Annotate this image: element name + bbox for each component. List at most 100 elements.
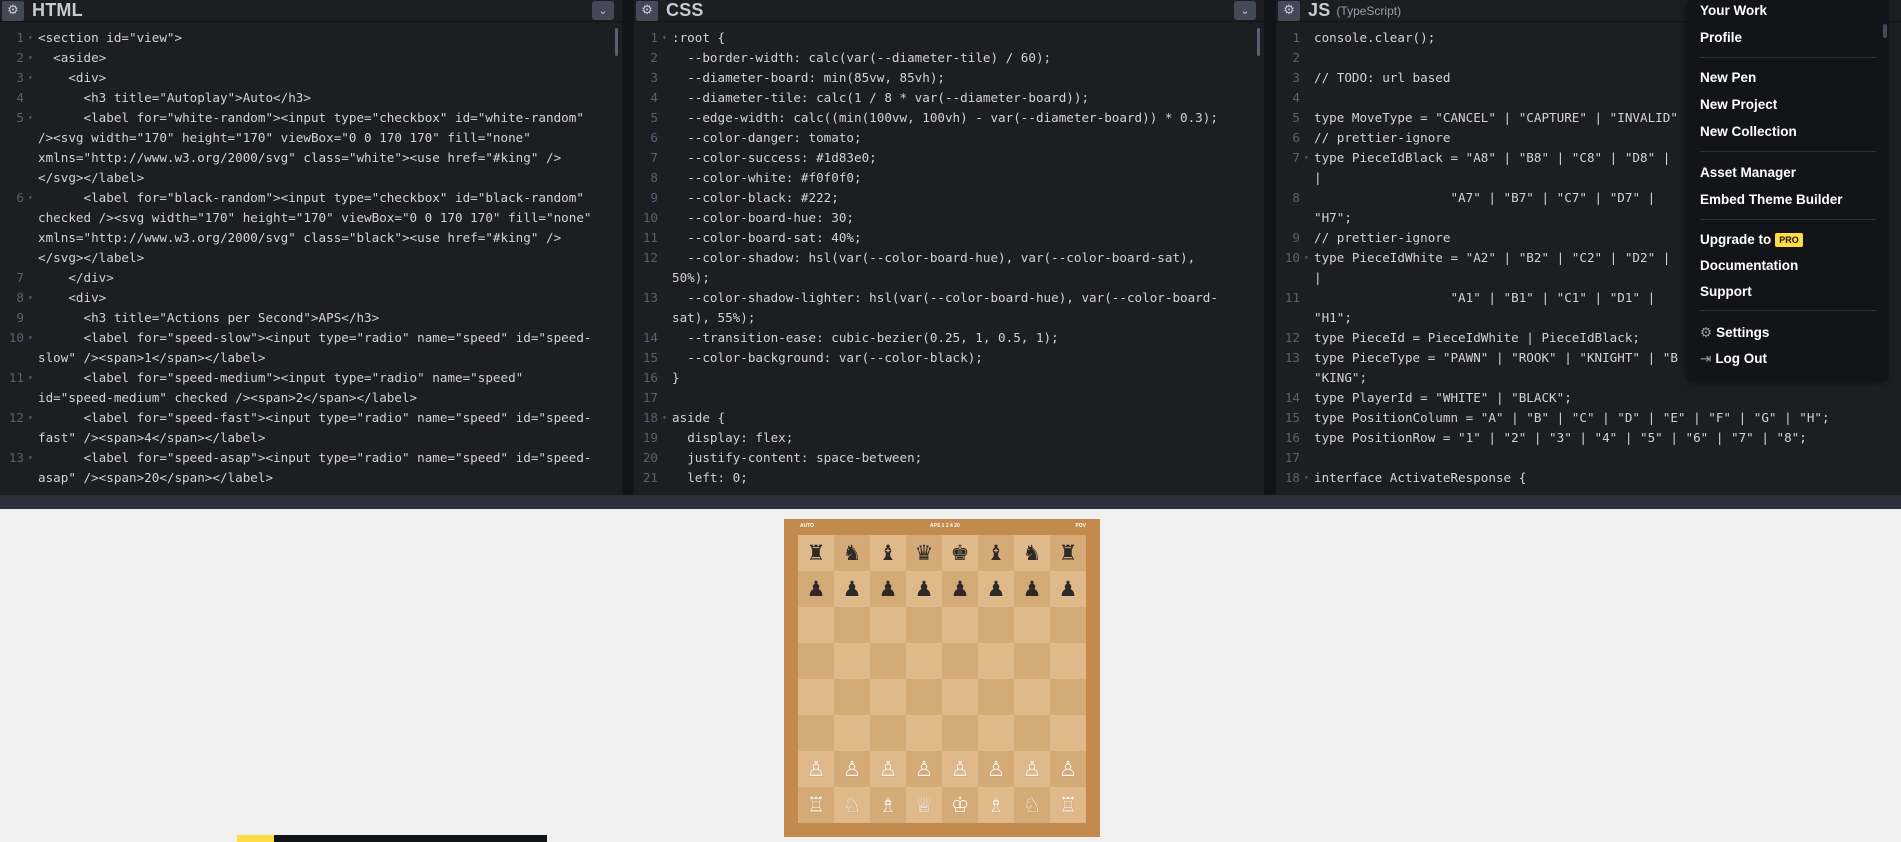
fold-arrow-icon[interactable] — [662, 48, 672, 68]
code-line[interactable]: 11 --color-board-sat: 40%; — [634, 228, 1264, 248]
board-square[interactable] — [870, 643, 906, 679]
board-square[interactable]: ♗ — [978, 787, 1014, 823]
board-square[interactable]: ♖ — [1050, 787, 1086, 823]
fold-arrow-icon[interactable]: ▾ — [1304, 248, 1314, 288]
code-line[interactable]: 8 --color-white: #f0f0f0; — [634, 168, 1264, 188]
board-square[interactable] — [906, 643, 942, 679]
board-square[interactable] — [1014, 679, 1050, 715]
code-line[interactable]: 15 type PositionColumn = "A" | "B" | "C" … — [1276, 408, 1901, 428]
board-square[interactable]: ♕ — [906, 787, 942, 823]
fold-arrow-icon[interactable] — [662, 108, 672, 128]
white-piece-icon[interactable]: ♗ — [879, 794, 898, 816]
board-square[interactable] — [942, 607, 978, 643]
board-square[interactable]: ♟ — [870, 571, 906, 607]
fold-arrow-icon[interactable] — [1304, 408, 1314, 428]
white-piece-icon[interactable]: ♖ — [807, 794, 826, 816]
code-line[interactable]: 12 --color-shadow: hsl(var(--color-board… — [634, 248, 1264, 288]
fold-arrow-icon[interactable]: ▾ — [28, 108, 38, 188]
board-square[interactable]: ♖ — [798, 787, 834, 823]
white-piece-icon[interactable]: ♘ — [843, 794, 862, 816]
fold-arrow-icon[interactable] — [662, 448, 672, 468]
board-square[interactable]: ♙ — [942, 751, 978, 787]
code-line[interactable]: 6 --color-danger: tomato; — [634, 128, 1264, 148]
code-line[interactable]: 3 ▾ <div> — [0, 68, 622, 88]
black-piece-icon[interactable]: ♞ — [843, 542, 862, 564]
fold-arrow-icon[interactable] — [1304, 348, 1314, 388]
fold-arrow-icon[interactable]: ▾ — [28, 28, 38, 48]
white-piece-icon[interactable]: ♖ — [1059, 794, 1078, 816]
code-line[interactable]: 8 ▾ <div> — [0, 288, 622, 308]
code-line[interactable]: 5 ▾ <label for="white-random"><input type… — [0, 108, 622, 188]
board-square[interactable] — [834, 607, 870, 643]
fold-arrow-icon[interactable]: ▾ — [1304, 468, 1314, 488]
board-square[interactable] — [942, 715, 978, 751]
fold-arrow-icon[interactable] — [1304, 428, 1314, 448]
fold-arrow-icon[interactable] — [662, 208, 672, 228]
menu-new-project[interactable]: New Project — [1700, 97, 1777, 112]
fold-arrow-icon[interactable] — [1304, 68, 1314, 88]
board-square[interactable] — [906, 679, 942, 715]
html-settings-gear-icon[interactable]: ⚙ — [2, 0, 24, 21]
board-square[interactable] — [1050, 607, 1086, 643]
code-line[interactable]: 14 --transition-ease: cubic-bezier(0.25,… — [634, 328, 1264, 348]
board-square[interactable]: ♙ — [906, 751, 942, 787]
black-piece-icon[interactable]: ♝ — [987, 542, 1006, 564]
board-square[interactable]: ♙ — [1050, 751, 1086, 787]
code-line[interactable]: 20 justify-content: space-between; — [634, 448, 1264, 468]
board-square[interactable] — [870, 679, 906, 715]
code-line[interactable]: 11 ▾ <label for="speed-medium"><input typ… — [0, 368, 622, 408]
board-square[interactable]: ♔ — [942, 787, 978, 823]
board-square[interactable]: ♝ — [978, 535, 1014, 571]
html-code-editor[interactable]: 1 ▾ <section id="view"> 2 ▾ <aside> 3 ▾ <div> 4… — [0, 28, 622, 495]
menu-settings[interactable]: ⚙ Settings — [1700, 325, 1769, 341]
board-square[interactable]: ♜ — [1050, 535, 1086, 571]
board-square[interactable] — [1050, 715, 1086, 751]
fold-arrow-icon[interactable] — [1304, 288, 1314, 328]
white-piece-icon[interactable]: ♔ — [951, 794, 970, 816]
white-piece-icon[interactable]: ♗ — [987, 794, 1006, 816]
code-line[interactable]: 7 </div> — [0, 268, 622, 288]
css-code-editor[interactable]: 1 ▾:root {2 --border-width: calc(var(--di… — [634, 28, 1264, 495]
code-line[interactable]: 7 --color-success: #1d83e0; — [634, 148, 1264, 168]
board-square[interactable]: ♘ — [1014, 787, 1050, 823]
board-square[interactable]: ♙ — [1014, 751, 1050, 787]
board-square[interactable] — [834, 715, 870, 751]
board-square[interactable] — [798, 607, 834, 643]
board-square[interactable] — [978, 607, 1014, 643]
board-square[interactable]: ♝ — [870, 535, 906, 571]
board-square[interactable] — [798, 643, 834, 679]
black-piece-icon[interactable]: ♟ — [879, 578, 898, 600]
code-line[interactable]: 19 display: flex; — [634, 428, 1264, 448]
code-line[interactable]: 1 ▾ <section id="view"> — [0, 28, 622, 48]
fold-arrow-icon[interactable] — [1304, 448, 1314, 468]
board-square[interactable] — [1050, 679, 1086, 715]
white-piece-icon[interactable]: ♙ — [843, 758, 862, 780]
board-square[interactable] — [834, 679, 870, 715]
fold-arrow-icon[interactable]: ▾ — [28, 68, 38, 88]
code-line[interactable]: 21 left: 0; — [634, 468, 1264, 488]
black-piece-icon[interactable]: ♝ — [879, 542, 898, 564]
black-piece-icon[interactable]: ♚ — [951, 542, 970, 564]
board-square[interactable]: ♟ — [942, 571, 978, 607]
auto-label[interactable]: AUTO — [800, 523, 814, 529]
fold-arrow-icon[interactable] — [1304, 28, 1314, 48]
menu-documentation[interactable]: Documentation — [1700, 258, 1798, 273]
fold-arrow-icon[interactable]: ▾ — [28, 368, 38, 408]
pov-label[interactable]: POV — [1075, 523, 1086, 529]
fold-arrow-icon[interactable] — [662, 68, 672, 88]
fold-arrow-icon[interactable]: ▾ — [28, 448, 38, 488]
board-square[interactable] — [1014, 607, 1050, 643]
board-square[interactable]: ♙ — [870, 751, 906, 787]
fold-arrow-icon[interactable] — [1304, 48, 1314, 68]
fold-arrow-icon[interactable] — [28, 268, 38, 288]
css-collapse-chevron-icon[interactable]: ⌄ — [1233, 1, 1256, 20]
fold-arrow-icon[interactable] — [1304, 188, 1314, 228]
board-square[interactable] — [798, 679, 834, 715]
board-square[interactable] — [834, 643, 870, 679]
code-line[interactable]: 14 type PlayerId = "WHITE" | "BLACK"; — [1276, 388, 1901, 408]
fold-arrow-icon[interactable]: ▾ — [28, 48, 38, 68]
fold-arrow-icon[interactable] — [662, 188, 672, 208]
board-square[interactable]: ♜ — [798, 535, 834, 571]
code-line[interactable]: 18 ▾ interface ActivateResponse { — [1276, 468, 1901, 488]
fold-arrow-icon[interactable] — [662, 368, 672, 388]
